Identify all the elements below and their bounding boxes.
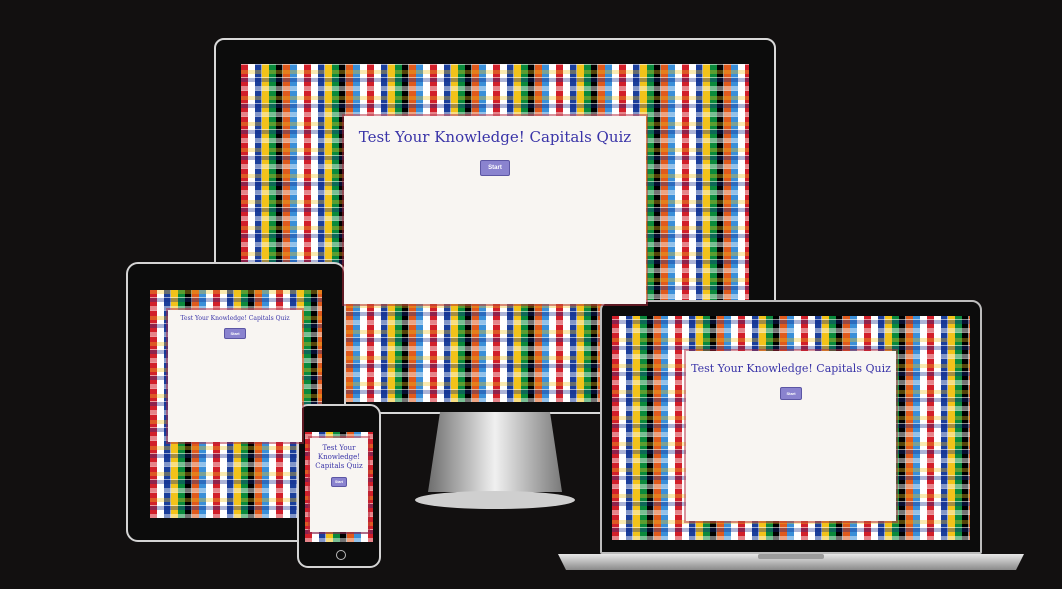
quiz-card: Test Your Knowledge! Capitals Quiz Start xyxy=(686,351,896,521)
phone-device: Test Your Knowledge! Capitals Quiz Start xyxy=(297,404,381,568)
quiz-card: Test Your Knowledge! Capitals Quiz Start xyxy=(310,438,368,532)
quiz-title-line-3: Capitals Quiz xyxy=(315,461,363,470)
quiz-title: Test Your Knowledge! Capitals Quiz xyxy=(691,362,891,375)
monitor-stand xyxy=(415,412,575,509)
quiz-title-line-1: Test Your xyxy=(322,444,356,452)
quiz-card: Test Your Knowledge! Capitals Quiz Start xyxy=(344,116,646,304)
quiz-title: Test Your Knowledge! Capitals Quiz xyxy=(180,315,290,322)
laptop-base xyxy=(558,554,1024,570)
start-button[interactable]: Start xyxy=(480,160,510,176)
flags-background: Test Your Knowledge! Capitals Quiz Start xyxy=(305,432,373,542)
laptop-device: Test Your Knowledge! Capitals Quiz Start xyxy=(600,300,982,554)
start-button[interactable]: Start xyxy=(780,387,802,400)
start-button[interactable]: Start xyxy=(331,477,347,488)
home-button[interactable] xyxy=(336,550,346,560)
quiz-card: Test Your Knowledge! Capitals Quiz Start xyxy=(168,310,302,442)
quiz-title: Test Your Knowledge! Capitals Quiz xyxy=(358,128,632,146)
quiz-title-line-2: Knowledge! xyxy=(317,452,361,461)
start-button[interactable]: Start xyxy=(224,328,246,339)
flags-background: Test Your Knowledge! Capitals Quiz Start xyxy=(612,316,970,540)
